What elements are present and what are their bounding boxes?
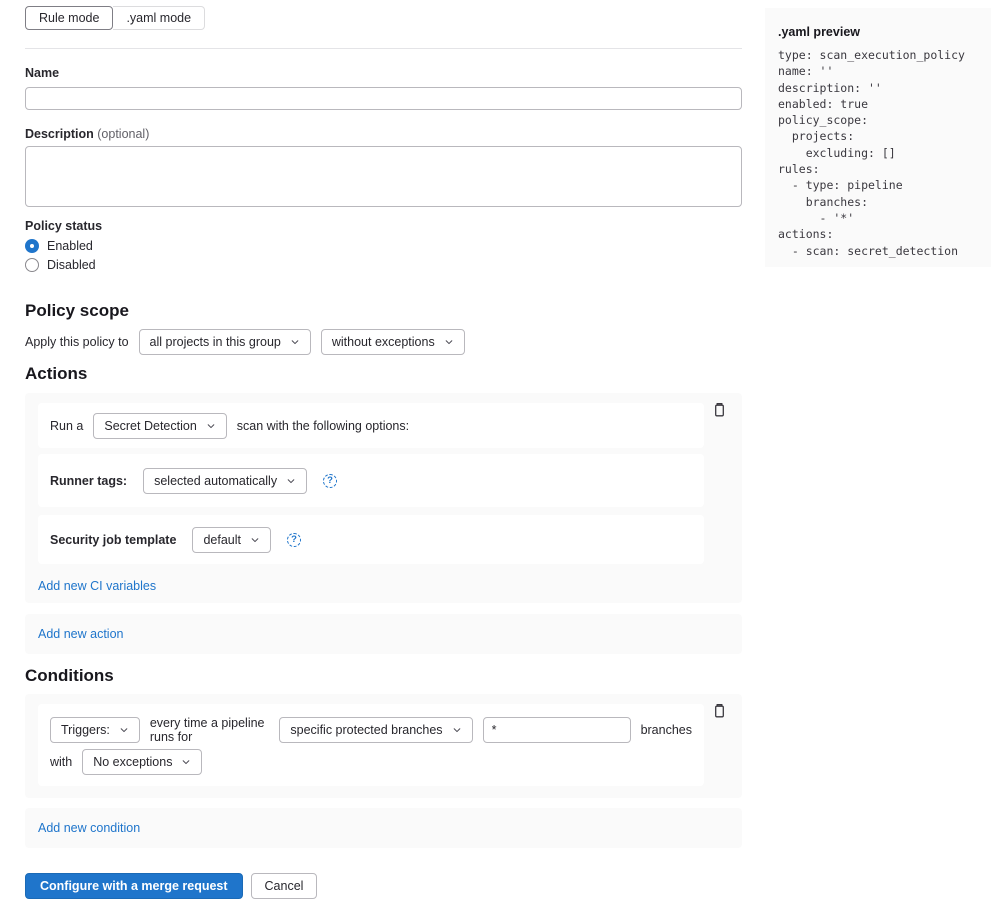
branch-type-value: specific protected branches — [290, 723, 442, 737]
job-template-value: default — [203, 533, 241, 547]
yaml-line: - scan: secret_detection — [778, 243, 983, 259]
scan-type-row: Run a Secret Detection scan with the fol… — [38, 403, 704, 448]
yaml-line: description: '' — [778, 80, 983, 96]
help-icon[interactable]: ? — [287, 533, 301, 547]
yaml-preview-panel: .yaml preview type: scan_execution_polic… — [765, 8, 991, 267]
yaml-line: - '*' — [778, 210, 983, 226]
branch-exceptions-value: No exceptions — [93, 755, 172, 769]
policy-status-label: Policy status — [25, 219, 742, 234]
yaml-line: type: scan_execution_policy — [778, 47, 983, 63]
chevron-down-icon — [250, 535, 260, 545]
name-input[interactable] — [25, 87, 742, 110]
scan-options-text: scan with the following options: — [237, 419, 409, 433]
job-template-dropdown[interactable]: default — [192, 527, 271, 553]
radio-selected-icon[interactable] — [25, 239, 39, 253]
description-optional-text: (optional) — [97, 127, 149, 141]
yaml-line: excluding: [] — [778, 145, 983, 161]
configure-merge-request-button[interactable]: Configure with a merge request — [25, 873, 243, 899]
footer-actions: Configure with a merge request Cancel — [25, 873, 742, 899]
trigger-type-value: Triggers: — [61, 723, 110, 737]
add-action-strip: Add new action — [25, 614, 742, 654]
chevron-down-icon — [444, 337, 454, 347]
scope-exceptions-dropdown[interactable]: without exceptions — [321, 329, 465, 355]
rule-mode-button[interactable]: Rule mode — [25, 6, 113, 30]
delete-action-button[interactable] — [712, 402, 727, 418]
chevron-down-icon — [290, 337, 300, 347]
delete-condition-button[interactable] — [712, 703, 727, 719]
action-card: Run a Secret Detection scan with the fol… — [25, 393, 742, 603]
radio-option-enabled[interactable]: Enabled — [25, 238, 742, 253]
yaml-line: actions: — [778, 226, 983, 242]
condition-row: Triggers: every time a pipeline runs for… — [38, 704, 704, 786]
projects-scope-dropdown[interactable]: all projects in this group — [139, 329, 311, 355]
radio-option-disabled[interactable]: Disabled — [25, 257, 742, 272]
yaml-line: - type: pipeline — [778, 177, 983, 193]
radio-unselected-icon[interactable] — [25, 258, 39, 272]
yaml-line: branches: — [778, 194, 983, 210]
help-icon[interactable]: ? — [323, 474, 337, 488]
runner-tags-row: Runner tags: selected automatically ? — [38, 454, 704, 507]
policy-scope-heading: Policy scope — [25, 300, 742, 321]
conditions-heading: Conditions — [25, 665, 742, 686]
trigger-type-dropdown[interactable]: Triggers: — [50, 717, 140, 743]
scope-exceptions-value: without exceptions — [332, 335, 435, 349]
add-action-link[interactable]: Add new action — [38, 627, 123, 641]
chevron-down-icon — [452, 725, 462, 735]
chevron-down-icon — [286, 476, 296, 486]
branch-exceptions-dropdown[interactable]: No exceptions — [82, 749, 202, 775]
description-textarea[interactable] — [25, 146, 742, 207]
add-condition-link[interactable]: Add new condition — [38, 821, 140, 835]
name-field-label: Name — [25, 66, 742, 81]
with-text: with — [50, 755, 72, 769]
add-ci-variables-link[interactable]: Add new CI variables — [38, 579, 156, 593]
job-template-row: Security job template default ? — [38, 515, 704, 564]
job-template-label: Security job template — [50, 533, 176, 547]
condition-line-2: with No exceptions — [50, 749, 692, 775]
trash-icon — [712, 703, 727, 719]
condition-card: Triggers: every time a pipeline runs for… — [25, 694, 742, 798]
pipeline-runs-text: every time a pipeline runs for — [150, 716, 270, 744]
yaml-mode-button[interactable]: .yaml mode — [113, 6, 205, 30]
radio-disabled-label: Disabled — [47, 258, 96, 272]
description-field-label: Description (optional) — [25, 127, 742, 142]
yaml-line: rules: — [778, 161, 983, 177]
apply-policy-text: Apply this policy to — [25, 335, 129, 349]
divider — [25, 48, 742, 49]
yaml-preview-title: .yaml preview — [778, 25, 983, 39]
policy-editor: Rule mode .yaml mode Name Description (o… — [25, 0, 742, 899]
chevron-down-icon — [119, 725, 129, 735]
actions-heading: Actions — [25, 363, 742, 384]
condition-line-1: Triggers: every time a pipeline runs for… — [50, 716, 692, 744]
trash-icon — [712, 402, 727, 418]
runner-tags-dropdown[interactable]: selected automatically — [143, 468, 307, 494]
runner-tags-label: Runner tags: — [50, 474, 127, 488]
yaml-line: name: '' — [778, 63, 983, 79]
add-condition-strip: Add new condition — [25, 808, 742, 848]
branch-type-dropdown[interactable]: specific protected branches — [279, 717, 472, 743]
yaml-line: enabled: true — [778, 96, 983, 112]
description-label-text: Description — [25, 127, 94, 141]
run-a-text: Run a — [50, 419, 83, 433]
chevron-down-icon — [181, 757, 191, 767]
scan-type-dropdown[interactable]: Secret Detection — [93, 413, 226, 439]
yaml-line: policy_scope: — [778, 112, 983, 128]
radio-enabled-label: Enabled — [47, 239, 93, 253]
scan-type-value: Secret Detection — [104, 419, 196, 433]
runner-tags-value: selected automatically — [154, 474, 277, 488]
branches-text: branches — [641, 723, 692, 737]
policy-scope-row: Apply this policy to all projects in thi… — [25, 329, 742, 355]
yaml-line: projects: — [778, 128, 983, 144]
branches-input[interactable] — [483, 717, 631, 743]
yaml-preview-code: type: scan_execution_policy name: '' des… — [778, 47, 983, 259]
cancel-button[interactable]: Cancel — [251, 873, 318, 899]
chevron-down-icon — [206, 421, 216, 431]
projects-scope-value: all projects in this group — [150, 335, 281, 349]
mode-toggle: Rule mode .yaml mode — [25, 6, 205, 30]
